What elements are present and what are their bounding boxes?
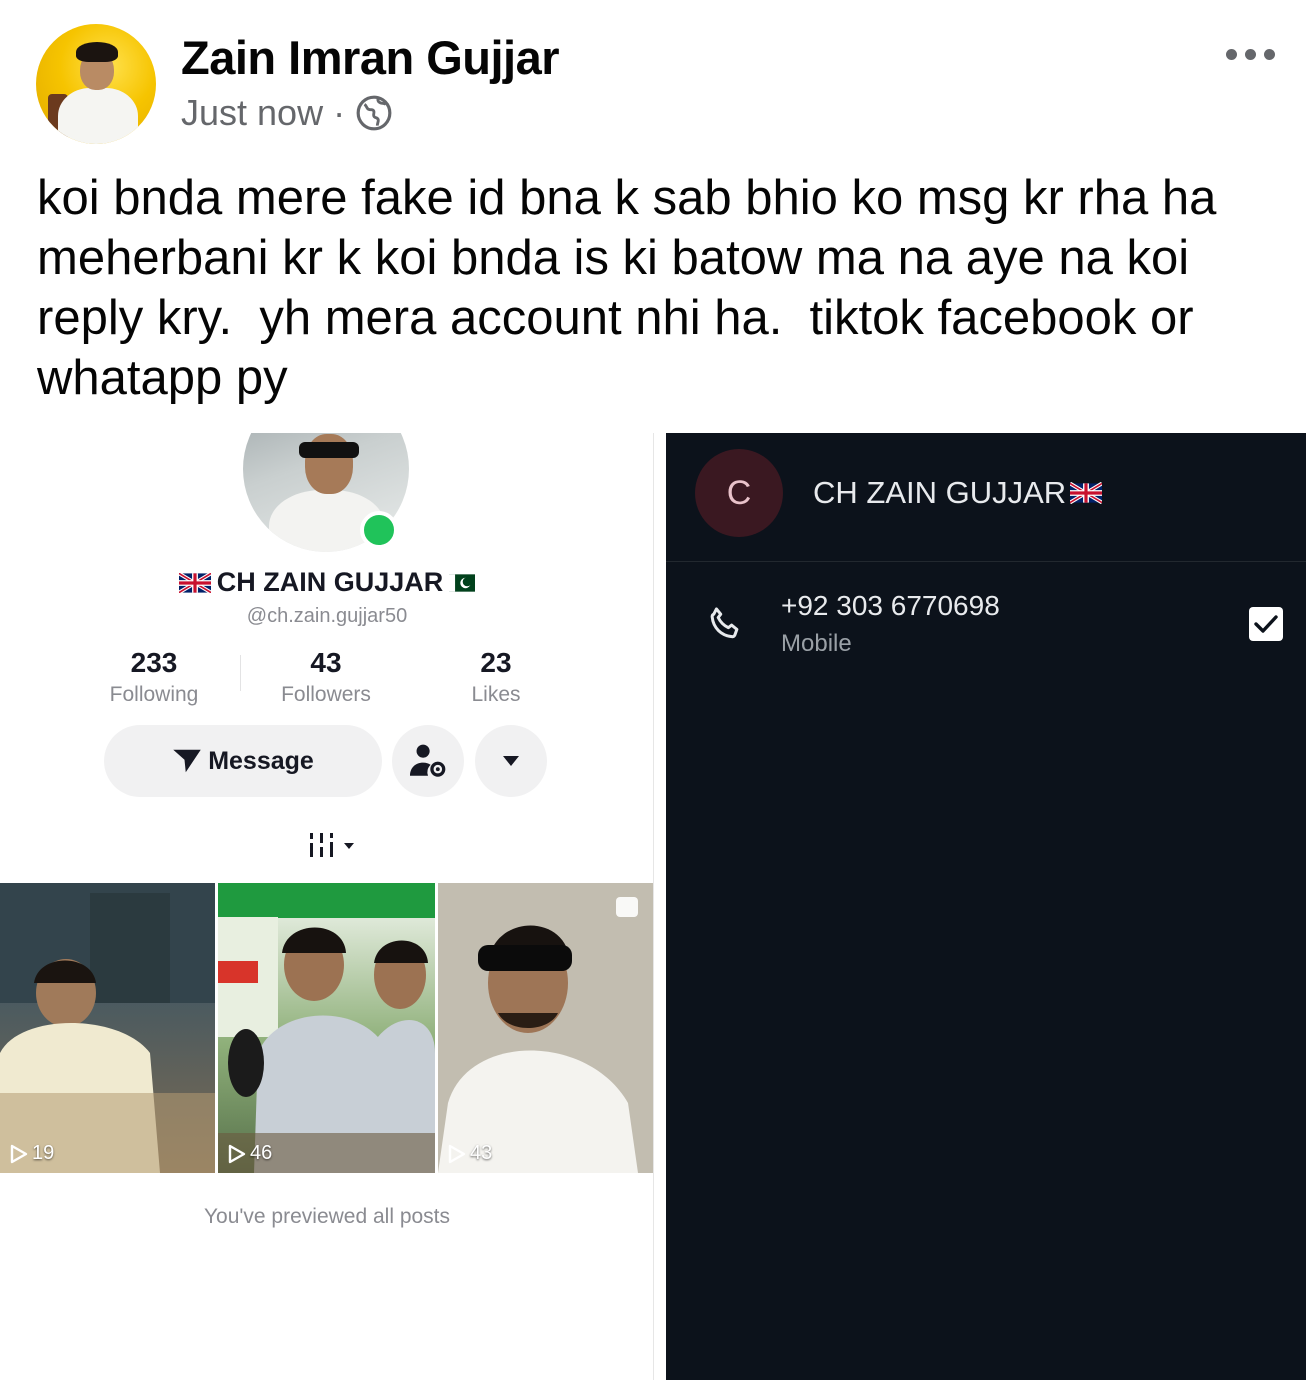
- post-timestamp[interactable]: Just now: [181, 92, 323, 134]
- post-header: Zain Imran Gujjar Just now ·: [0, 0, 1306, 160]
- author-name[interactable]: Zain Imran Gujjar: [181, 30, 560, 85]
- view-count-value: 19: [32, 1142, 55, 1164]
- video-image: [0, 883, 215, 1173]
- contact-name: CH ZAIN GUJJAR: [813, 475, 1103, 511]
- view-count-value: 43: [470, 1142, 493, 1164]
- video-image: [438, 883, 653, 1173]
- profile-name: CH ZAIN GUJJAR: [0, 567, 653, 598]
- stat-followers[interactable]: 43 Followers: [246, 647, 406, 707]
- caret-down-icon: [503, 756, 519, 766]
- stat-following-value: 233: [130, 647, 178, 678]
- post-text: koi bnda mere fake id bna k sab bhio ko …: [37, 171, 1230, 405]
- profile-handle: @ch.zain.gujjar50: [246, 605, 408, 627]
- video-thumbnail[interactable]: 19: [0, 883, 215, 1173]
- pakistan-flag-icon: [449, 573, 476, 592]
- more-options-icon[interactable]: [1226, 40, 1282, 68]
- stat-followers-label: Followers: [281, 683, 371, 706]
- selected-checkbox[interactable]: [1249, 607, 1283, 641]
- stat-followers-value: 43: [310, 647, 342, 678]
- meta-separator: ·: [333, 92, 346, 133]
- tiktok-profile-screenshot[interactable]: CH ZAIN GUJJAR @ch.zain.gujjar50 233 Fol…: [0, 433, 654, 1380]
- play-icon: [10, 1144, 28, 1163]
- filter-icon[interactable]: [306, 831, 362, 865]
- contact-name-text: CH ZAIN GUJJAR: [813, 475, 1067, 510]
- video-thumbnail[interactable]: 43: [438, 883, 653, 1173]
- phone-number[interactable]: +92 303 6770698: [781, 590, 1000, 622]
- video-grid: 19 46 43: [0, 883, 653, 1173]
- message-button[interactable]: Message: [104, 725, 382, 797]
- online-status-dot: [360, 511, 398, 549]
- view-count-value: 46: [250, 1142, 273, 1164]
- more-dropdown-button[interactable]: [475, 725, 547, 797]
- message-button-label: Message: [208, 746, 314, 775]
- view-count: 43: [448, 1142, 492, 1165]
- video-image: [218, 883, 435, 1173]
- uk-flag-icon: [178, 572, 211, 593]
- play-icon: [228, 1144, 246, 1163]
- stat-likes[interactable]: 23 Likes: [416, 647, 576, 707]
- divider: [666, 561, 1306, 562]
- view-count: 19: [10, 1142, 54, 1165]
- post-meta: Just now ·: [181, 92, 393, 134]
- stat-divider: [240, 655, 241, 691]
- send-icon: [173, 749, 201, 773]
- checkmark-icon: [1254, 615, 1278, 633]
- stat-following-label: Following: [109, 683, 199, 706]
- follow-settings-button[interactable]: [392, 725, 464, 797]
- user-settings-icon: [410, 744, 446, 777]
- contact-screenshot[interactable]: C CH ZAIN GUJJAR +92 303 6770698 Mobile: [666, 433, 1306, 1380]
- profile-name-text: CH ZAIN GUJJAR: [216, 567, 444, 597]
- stat-following[interactable]: 233 Following: [74, 647, 234, 707]
- phone-type-label: Mobile: [781, 630, 852, 657]
- video-thumbnail[interactable]: 46: [218, 883, 435, 1173]
- previewed-all-posts-text: You've previewed all posts: [203, 1205, 451, 1228]
- globe-icon[interactable]: [355, 94, 393, 132]
- author-avatar[interactable]: [36, 24, 156, 144]
- play-icon: [448, 1144, 466, 1163]
- stat-likes-label: Likes: [471, 683, 521, 706]
- view-count: 46: [228, 1142, 272, 1165]
- contact-avatar: C: [695, 449, 783, 537]
- uk-flag-icon: [1070, 482, 1103, 504]
- stat-likes-value: 23: [480, 647, 512, 678]
- phone-icon[interactable]: [706, 605, 744, 643]
